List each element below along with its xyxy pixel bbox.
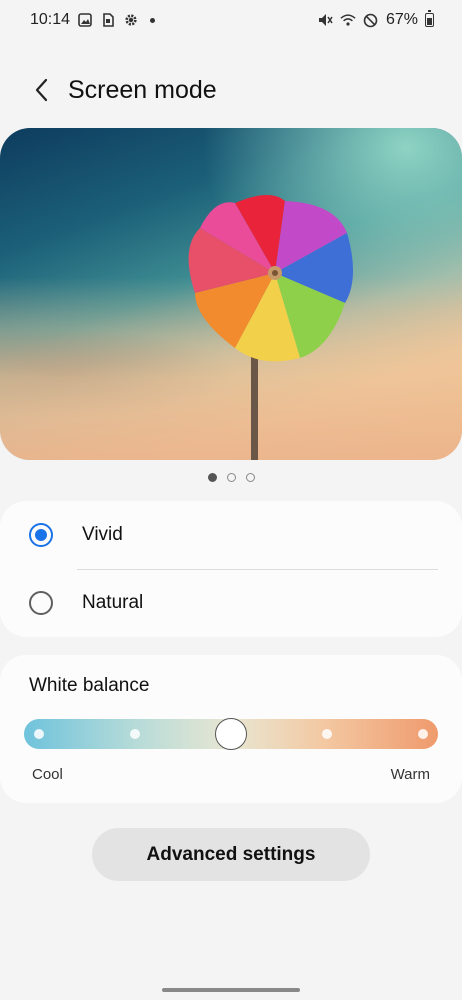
white-balance-title: White balance: [29, 675, 150, 696]
page-title: Screen mode: [68, 75, 217, 104]
sim-card-icon: [100, 12, 116, 28]
pinwheel-image: [188, 194, 354, 460]
status-time: 10:14: [30, 11, 71, 28]
white-balance-warm-label: Warm: [390, 766, 430, 783]
header: Screen mode: [0, 68, 462, 112]
battery-percent: 67%: [385, 11, 418, 28]
battery-icon: [425, 10, 434, 27]
preview-page-indicator: [0, 473, 462, 482]
status-bar-right: 67%: [317, 10, 434, 29]
white-balance-step-mark[interactable]: [418, 729, 428, 739]
page-dot-1[interactable]: [207, 473, 217, 482]
mode-option-natural[interactable]: Natural: [0, 569, 462, 637]
advanced-settings-button[interactable]: Advanced settings: [92, 828, 370, 881]
white-balance-step-mark[interactable]: [34, 729, 44, 739]
home-gesture-handle[interactable]: [162, 988, 300, 992]
white-balance-cool-label: Cool: [32, 766, 63, 783]
mode-option-label: Vivid: [82, 524, 123, 545]
page-dot-2[interactable]: [226, 473, 236, 482]
white-balance-slider-thumb[interactable]: [215, 718, 247, 750]
status-bar-left: 10:14: [30, 11, 156, 29]
chevron-left-icon: [35, 78, 48, 102]
notification-dot-icon: [150, 17, 156, 23]
vivid-radio-button[interactable]: [29, 523, 53, 547]
natural-radio-button[interactable]: [29, 591, 53, 615]
do-not-disturb-icon: [363, 12, 379, 28]
wifi-icon: [340, 12, 356, 28]
status-bar: 10:14 67%: [0, 0, 462, 40]
white-balance-step-mark[interactable]: [322, 729, 332, 739]
page-dot-3[interactable]: [245, 473, 255, 482]
white-balance-step-mark[interactable]: [130, 729, 140, 739]
white-balance-slider[interactable]: [24, 718, 438, 750]
back-button[interactable]: [22, 68, 62, 112]
vibrate-mute-icon: [317, 12, 333, 28]
screen-mode-preview-image[interactable]: [0, 128, 462, 460]
settings-gear-icon: [123, 12, 139, 28]
mode-option-label: Natural: [82, 592, 144, 613]
gallery-icon: [77, 12, 93, 28]
screen-mode-options-card: Vivid Natural: [0, 501, 462, 637]
mode-option-vivid[interactable]: Vivid: [0, 501, 462, 569]
